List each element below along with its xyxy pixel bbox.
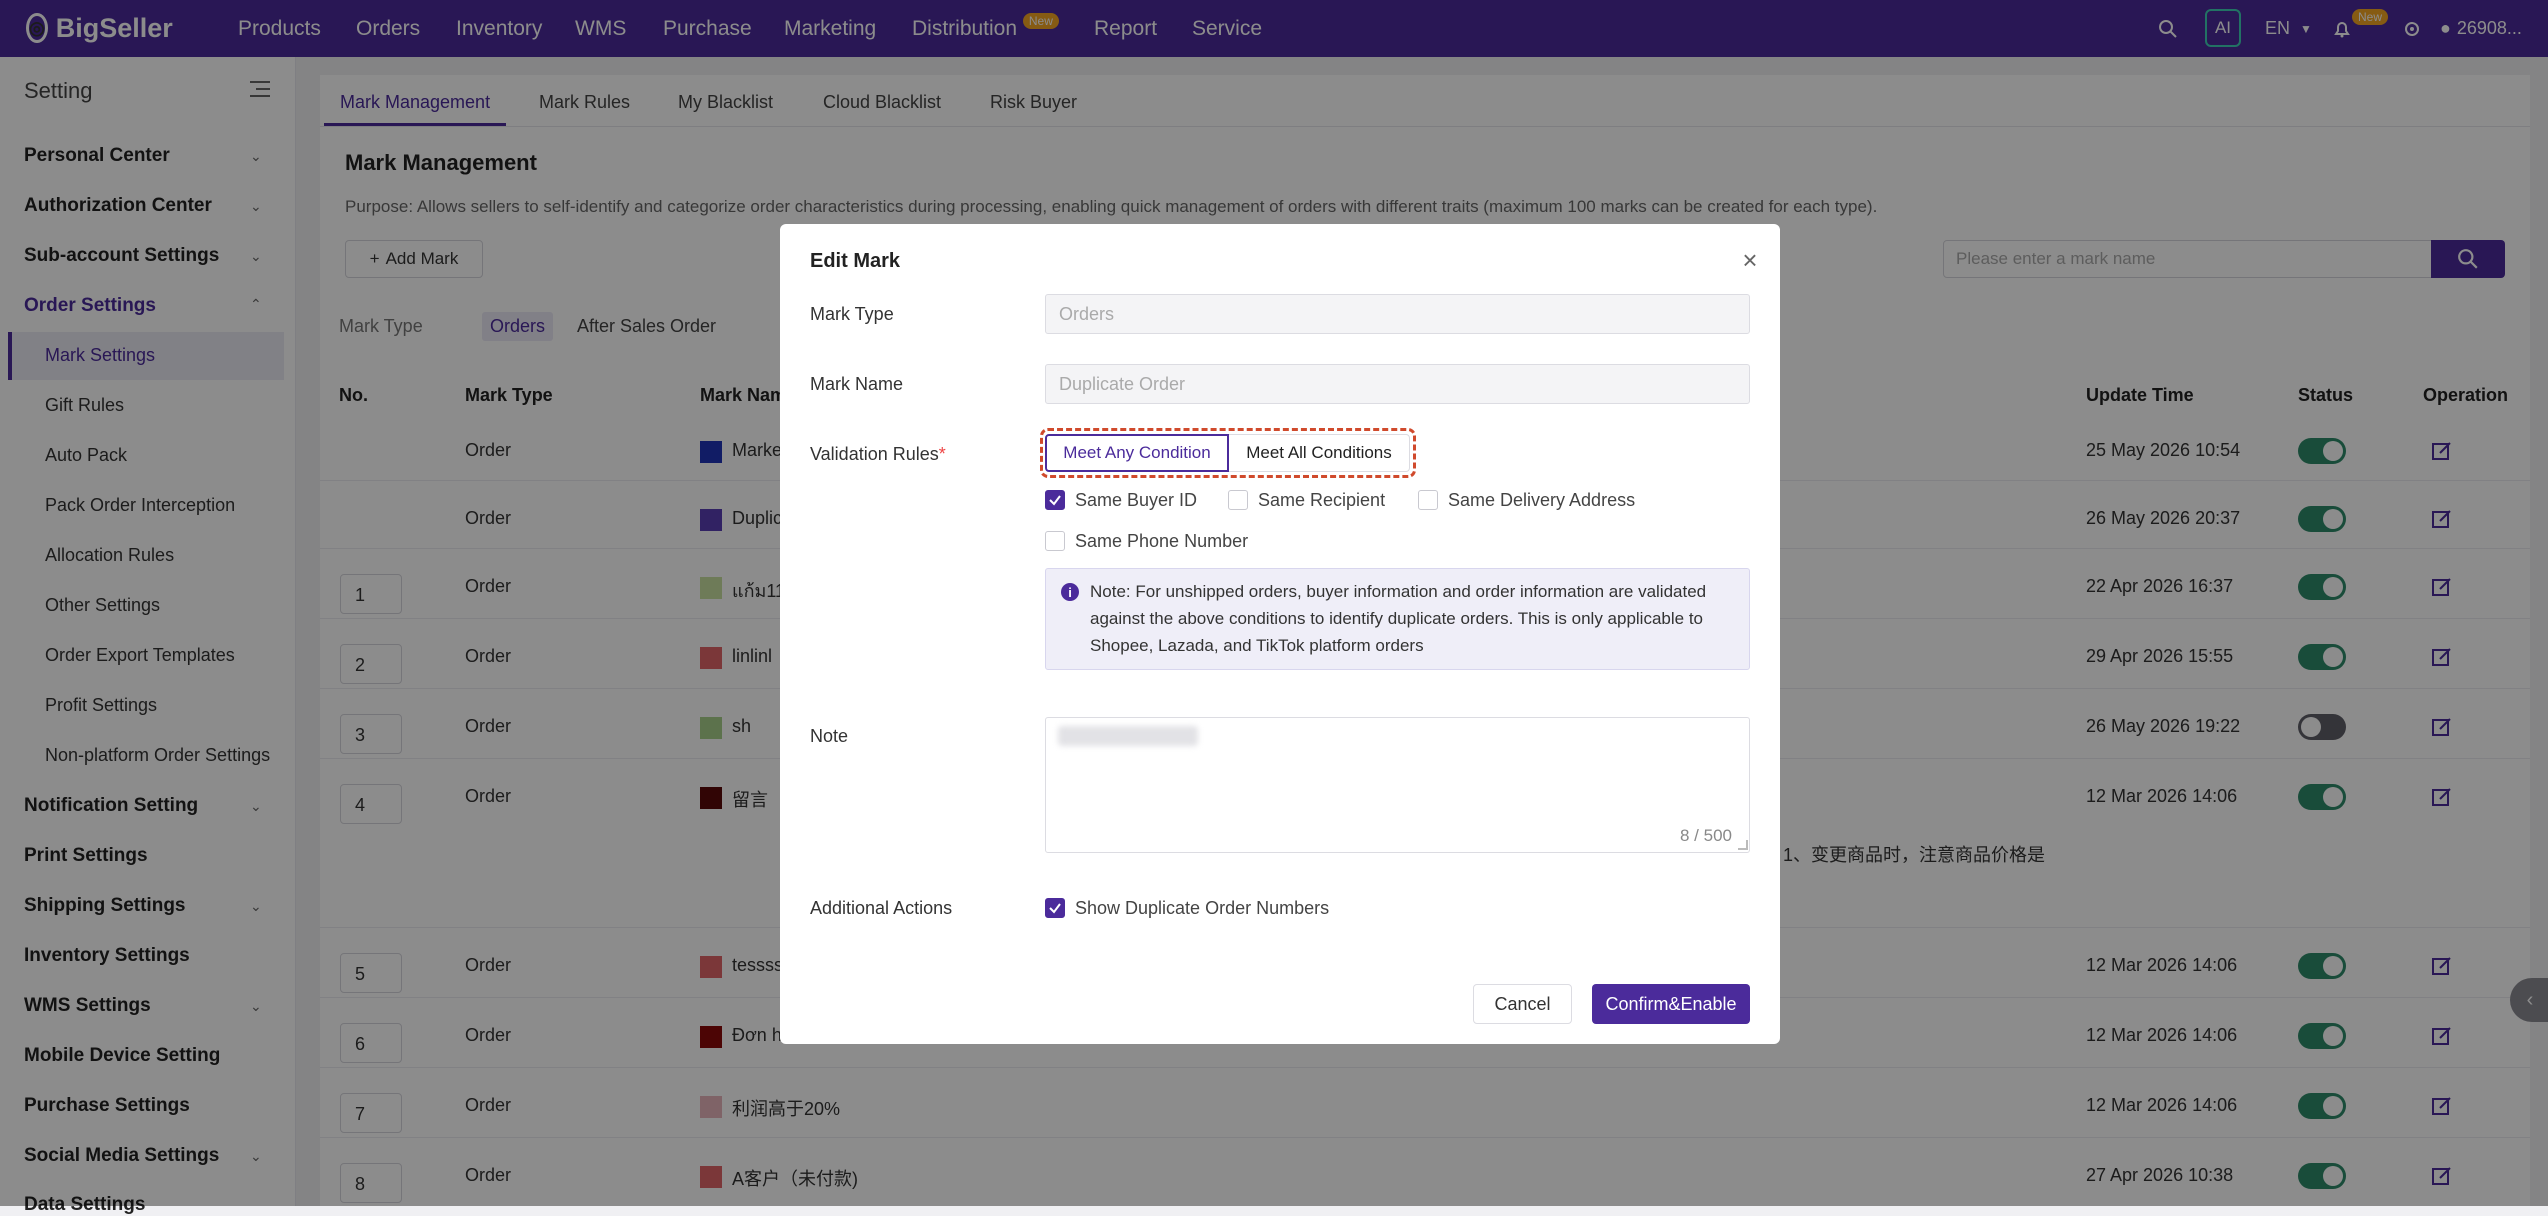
meet-all-conditions-option[interactable]: Meet All Conditions [1229,434,1410,472]
confirm-enable-button[interactable]: Confirm&Enable [1592,984,1750,1024]
meet-any-condition-option[interactable]: Meet Any Condition [1045,434,1229,472]
same-phone-number-label[interactable]: Same Phone Number [1075,531,1248,552]
close-icon[interactable]: × [1738,247,1762,273]
required-asterisk: * [938,444,946,464]
note-label: Note [810,726,849,746]
mark-type-label: Mark Type [810,304,894,324]
same-recipient-checkbox[interactable] [1228,490,1248,510]
same-buyer-id-checkbox[interactable] [1045,490,1065,510]
check-icon [1049,495,1061,506]
cancel-button[interactable]: Cancel [1473,984,1572,1024]
same-delivery-address-checkbox[interactable] [1418,490,1438,510]
show-duplicate-label[interactable]: Show Duplicate Order Numbers [1075,898,1329,919]
mark-type-field: Orders [1045,294,1750,334]
same-recipient-label[interactable]: Same Recipient [1258,490,1385,511]
resize-handle-icon[interactable] [1738,840,1748,850]
validation-rules-label: Validation Rules* [810,444,946,465]
dialog-title: Edit Mark [810,250,901,272]
mark-name-label: Mark Name [810,374,904,394]
additional-actions-label: Additional Actions [810,898,953,918]
check-icon [1049,903,1061,914]
same-phone-number-checkbox[interactable] [1045,531,1065,551]
validation-rules-text: Validation Rules [810,444,939,464]
blurred-note-content [1058,726,1198,746]
show-duplicate-checkbox[interactable] [1045,898,1065,918]
info-icon: i [1061,583,1079,601]
info-note-text: Note: For unshipped orders, buyer inform… [1090,582,1707,655]
char-counter: 8 / 500 [1680,826,1732,845]
same-buyer-id-label[interactable]: Same Buyer ID [1075,490,1197,511]
mark-name-field: Duplicate Order [1045,364,1750,404]
same-delivery-address-label[interactable]: Same Delivery Address [1448,490,1635,511]
